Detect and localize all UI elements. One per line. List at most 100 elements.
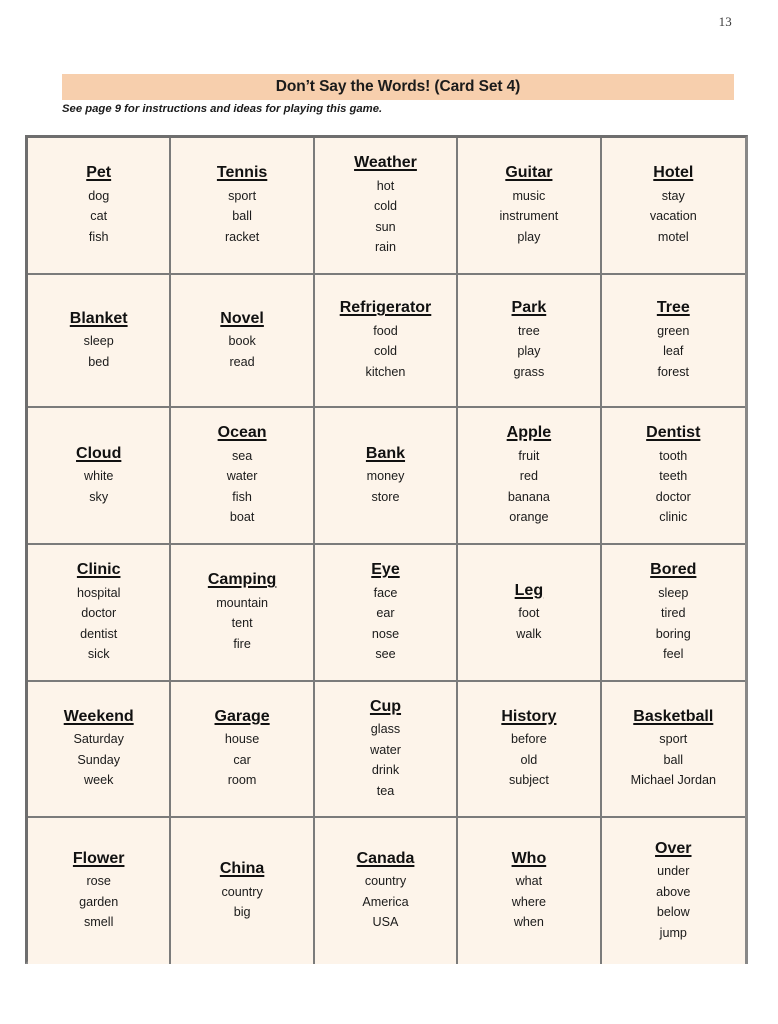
card-forbidden-word: sport: [659, 732, 688, 747]
word-card[interactable]: Pet dog cat fish: [28, 138, 172, 275]
card-forbidden-word: play: [517, 344, 541, 359]
card-title: Weekend: [63, 707, 134, 725]
word-card[interactable]: Canada country America USA: [314, 818, 459, 964]
card-forbidden-word: teeth: [659, 469, 688, 484]
card-title: Cloud: [76, 444, 122, 462]
card-forbidden-word: tea: [376, 783, 395, 798]
card-forbidden-word: racket: [224, 229, 260, 244]
card-forbidden-word: dog: [88, 188, 110, 203]
card-forbidden-word: foot: [518, 606, 540, 621]
word-card[interactable]: Weather hot cold sun rain: [314, 138, 459, 275]
card-forbidden-word: cold: [373, 344, 398, 359]
card-title: Apple: [506, 424, 552, 442]
card-forbidden-word: hot: [376, 178, 395, 193]
word-card[interactable]: Basketball sport ball Michael Jordan: [601, 682, 745, 818]
card-forbidden-word: where: [511, 894, 547, 909]
card-title: Tree: [656, 299, 690, 317]
card-title: China: [219, 860, 265, 878]
card-forbidden-word: below: [656, 905, 690, 920]
word-card[interactable]: Park tree play grass: [458, 275, 602, 408]
word-card[interactable]: Dentist tooth teeth doctor clinic: [601, 408, 745, 545]
word-card[interactable]: Cup glass water drink tea: [314, 682, 459, 818]
card-forbidden-word: when: [513, 915, 544, 930]
word-card[interactable]: Tree green leaf forest: [601, 275, 745, 408]
card-title: Canada: [356, 849, 415, 867]
card-forbidden-word: sky: [89, 489, 109, 504]
card-forbidden-word: Sunday: [77, 752, 121, 767]
card-forbidden-word: sick: [87, 647, 110, 662]
card-forbidden-word: jump: [659, 925, 687, 940]
card-forbidden-word: subject: [508, 773, 549, 788]
card-title: Novel: [220, 309, 264, 327]
word-card[interactable]: Refrigerator food cold kitchen: [314, 275, 459, 408]
card-forbidden-word: sleep: [83, 334, 114, 349]
word-card[interactable]: Guitar music instrument play: [458, 138, 602, 275]
card-forbidden-word: sport: [228, 188, 257, 203]
card-title: Basketball: [633, 707, 714, 725]
card-forbidden-word: tree: [518, 323, 540, 338]
card-title: Bored: [650, 561, 697, 579]
card-title: Garage: [214, 707, 270, 725]
word-card[interactable]: Garage house car room: [171, 682, 315, 818]
card-forbidden-word: room: [227, 773, 257, 788]
word-card[interactable]: Bored sleep tired boring feel: [601, 545, 745, 682]
word-card[interactable]: Leg foot walk: [458, 545, 602, 682]
page-number: 13: [718, 14, 732, 29]
title-banner: Don’t Say the Words! (Card Set 4): [62, 74, 734, 100]
card-forbidden-word: music: [512, 188, 546, 203]
card-forbidden-word: drink: [371, 763, 400, 778]
card-forbidden-word: sun: [375, 219, 396, 234]
card-forbidden-word: cat: [90, 209, 108, 224]
card-title: Camping: [207, 571, 277, 589]
card-title: Clinic: [76, 561, 121, 579]
word-card[interactable]: Ocean sea water fish boat: [171, 408, 315, 545]
word-card[interactable]: Weekend Saturday Sunday week: [28, 682, 172, 818]
card-forbidden-word: food: [373, 323, 398, 338]
word-card[interactable]: Flower rose garden smell: [28, 818, 172, 964]
card-forbidden-word: cold: [373, 199, 398, 214]
word-card[interactable]: Apple fruit red banana orange: [458, 408, 602, 545]
card-title: Flower: [72, 849, 125, 867]
card-forbidden-word: money: [366, 469, 405, 484]
word-card[interactable]: Who what where when: [458, 818, 602, 964]
card-forbidden-word: forest: [657, 364, 690, 379]
word-card[interactable]: Camping mountain tent fire: [171, 545, 315, 682]
card-forbidden-word: store: [371, 489, 400, 504]
card-forbidden-word: mountain: [216, 595, 268, 610]
card-forbidden-word: under: [657, 864, 690, 879]
instructions-note: See page 9 for instructions and ideas fo…: [62, 103, 383, 115]
card-forbidden-word: Michael Jordan: [630, 773, 716, 788]
card-forbidden-word: house: [224, 732, 260, 747]
worksheet-page: 13 Don’t Say the Words! (Card Set 4) See…: [0, 0, 778, 1024]
word-card[interactable]: Blanket sleep bed: [28, 275, 172, 408]
card-forbidden-word: before: [511, 732, 547, 747]
word-card[interactable]: Over under above below jump: [601, 818, 745, 964]
card-forbidden-word: glass: [370, 722, 401, 737]
card-forbidden-word: above: [656, 884, 691, 899]
card-forbidden-word: boat: [229, 510, 255, 525]
word-card[interactable]: Novel book read: [171, 275, 315, 408]
card-forbidden-word: feel: [663, 647, 684, 662]
word-card[interactable]: Tennis sport ball racket: [171, 138, 315, 275]
word-card[interactable]: Hotel stay vacation motel: [601, 138, 745, 275]
card-forbidden-word: grass: [513, 364, 545, 379]
word-card[interactable]: Bank money store: [314, 408, 459, 545]
card-title: Bank: [365, 444, 406, 462]
card-forbidden-word: motel: [657, 229, 689, 244]
card-title: Leg: [514, 581, 544, 599]
card-title: Refrigerator: [339, 299, 432, 317]
card-forbidden-word: banana: [507, 489, 550, 504]
card-forbidden-word: week: [83, 773, 114, 788]
card-forbidden-word: fish: [232, 489, 252, 504]
card-forbidden-word: fire: [233, 636, 251, 651]
card-forbidden-word: see: [375, 647, 396, 662]
word-card[interactable]: Clinic hospital doctor dentist sick: [28, 545, 172, 682]
word-card[interactable]: History before old subject: [458, 682, 602, 818]
card-title: History: [501, 707, 557, 725]
word-card[interactable]: Cloud white sky: [28, 408, 172, 545]
card-title: Blanket: [69, 309, 128, 327]
card-forbidden-word: vacation: [649, 209, 697, 224]
word-card[interactable]: China country big: [171, 818, 315, 964]
card-forbidden-word: country: [364, 874, 407, 889]
word-card[interactable]: Eye face ear nose see: [314, 545, 459, 682]
